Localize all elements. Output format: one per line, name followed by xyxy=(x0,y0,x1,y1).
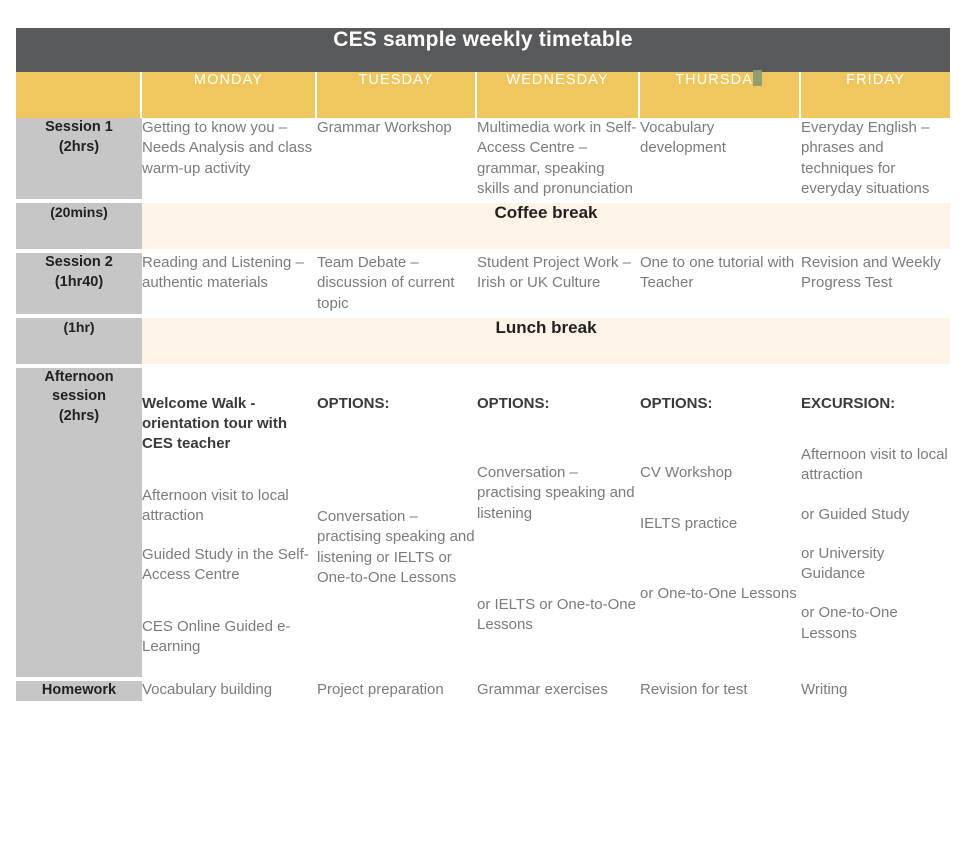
title-row: CES sample weekly timetable xyxy=(16,28,951,72)
afternoon-thursday-item-1: CV Workshop xyxy=(640,464,733,481)
row-label-session-2: Session 2 (1hr40) xyxy=(16,253,142,318)
afternoon-friday-item-4: or One-to-One Lessons xyxy=(801,604,898,642)
day-header-thursday[interactable]: THURSDAY xyxy=(640,70,801,118)
afternoon-wednesday-heading: OPTIONS: xyxy=(477,394,550,412)
row-label-session-1-line1: Session 1 xyxy=(45,119,113,135)
weekly-timetable: CES sample weekly timetable MONDAY TUESD… xyxy=(16,28,951,701)
row-session-2: Session 2 (1hr40) Reading and Listening … xyxy=(16,253,951,318)
afternoon-friday-item-2: or Guided Study xyxy=(801,505,910,523)
cell-homework-thursday: Revision for test xyxy=(640,681,801,701)
row-coffee-break: (20mins) Coffee break xyxy=(16,203,951,253)
cell-homework-friday: Writing xyxy=(801,681,951,701)
page-title: CES sample weekly timetable xyxy=(16,28,951,72)
cell-session1-wednesday: Multimedia work in Self-Access Centre – … xyxy=(477,118,640,203)
cell-homework-monday: Vocabulary building xyxy=(142,681,317,701)
row-lunch-break: (1hr) Lunch break xyxy=(16,317,951,368)
row-label-session-2-line1: Session 2 xyxy=(45,254,113,270)
row-label-afternoon-line1: Afternoon xyxy=(44,368,114,385)
row-label-session-1: Session 1 (2hrs) xyxy=(16,118,142,203)
row-label-session-2-line2: (1hr40) xyxy=(54,273,104,290)
cell-session2-thursday: One to one tutorial with Teacher xyxy=(640,253,801,318)
row-label-afternoon-line2: session xyxy=(52,388,106,405)
afternoon-monday-item-3: CES Online Guided e-Learning xyxy=(142,617,291,655)
cell-afternoon-thursday: OPTIONS: CV Workshop IELTS practice or O… xyxy=(640,367,801,681)
row-label-afternoon-session: Afternoon session (2hrs) xyxy=(16,367,142,681)
afternoon-monday-item-2: Guided Study in the Self-Access Centre xyxy=(142,546,309,584)
cell-session2-tuesday: Team Debate – discussion of current topi… xyxy=(317,253,477,318)
cell-afternoon-tuesday: OPTIONS: Conversation – practising speak… xyxy=(317,367,477,681)
cell-homework-wednesday: Grammar exercises xyxy=(477,681,640,701)
corner-blank-cell xyxy=(16,72,142,118)
day-header-row: MONDAY TUESDAY WEDNESDAY THURSDAY FRIDAY xyxy=(16,70,951,118)
cell-homework-tuesday: Project preparation xyxy=(317,681,477,701)
cell-afternoon-friday: EXCURSION: Afternoon visit to local attr… xyxy=(801,367,951,681)
afternoon-thursday-item-3: or One-to-One Lessons xyxy=(640,584,797,602)
day-header-monday[interactable]: MONDAY xyxy=(142,72,317,118)
afternoon-monday-item-1: Afternoon visit to local attraction xyxy=(142,486,289,524)
cell-session2-friday: Revision and Weekly Progress Test xyxy=(801,253,951,318)
row-session-1: Session 1 (2hrs) Getting to know you – N… xyxy=(16,118,951,203)
cell-coffee-break: Coffee break xyxy=(142,203,951,253)
cell-session1-thursday: Vocabulary development xyxy=(640,118,801,203)
cell-session1-tuesday: Grammar Workshop xyxy=(317,118,477,203)
afternoon-friday-item-3: or University Guidance xyxy=(801,544,885,582)
day-header-wednesday[interactable]: WEDNESDAY xyxy=(477,72,640,118)
afternoon-friday-item-1: Afternoon visit to local attraction xyxy=(801,446,948,484)
row-homework: Homework Vocabulary building Project pre… xyxy=(16,681,951,701)
row-label-lunch-break: (1hr) xyxy=(16,317,142,368)
cell-afternoon-monday: Welcome Walk - orientation tour with CES… xyxy=(142,367,317,681)
cell-session2-monday: Reading and Listening – authentic materi… xyxy=(142,253,317,318)
afternoon-monday-heading: Welcome Walk - orientation tour with CES… xyxy=(142,394,287,453)
timetable-page: CES sample weekly timetable MONDAY TUESD… xyxy=(0,0,978,850)
cell-lunch-break: Lunch break xyxy=(142,317,951,368)
cell-afternoon-wednesday: OPTIONS: Conversation – practising speak… xyxy=(477,367,640,681)
cell-session1-monday: Getting to know you – Needs Analysis and… xyxy=(142,118,317,203)
day-header-friday[interactable]: FRIDAY xyxy=(801,72,951,118)
afternoon-wednesday-item-1: Conversation – practising speaking and l… xyxy=(477,464,635,522)
row-label-homework: Homework xyxy=(16,681,142,701)
afternoon-friday-heading: EXCURSION: xyxy=(801,394,896,412)
thursday-render-artifact: Y xyxy=(753,70,764,88)
row-label-session-1-line2: (2hrs) xyxy=(58,138,100,155)
afternoon-tuesday-item-1: Conversation – practising speaking and l… xyxy=(317,508,475,586)
row-label-coffee-break: (20mins) xyxy=(16,203,142,253)
afternoon-wednesday-item-2: or IELTS or One-to-One Lessons xyxy=(477,595,636,633)
cell-session1-friday: Everyday English – phrases and technique… xyxy=(801,118,951,203)
row-afternoon-session: Afternoon session (2hrs) Welcome Walk - … xyxy=(16,367,951,681)
afternoon-tuesday-heading: OPTIONS: xyxy=(317,394,390,412)
day-header-thursday-label: THURSDAY xyxy=(675,70,764,88)
row-label-afternoon-line3: (2hrs) xyxy=(58,407,100,424)
afternoon-thursday-heading: OPTIONS: xyxy=(640,394,713,412)
day-header-tuesday[interactable]: TUESDAY xyxy=(317,72,477,118)
cell-session2-wednesday: Student Project Work – Irish or UK Cultu… xyxy=(477,253,640,318)
afternoon-thursday-item-2: IELTS practice xyxy=(640,515,738,533)
